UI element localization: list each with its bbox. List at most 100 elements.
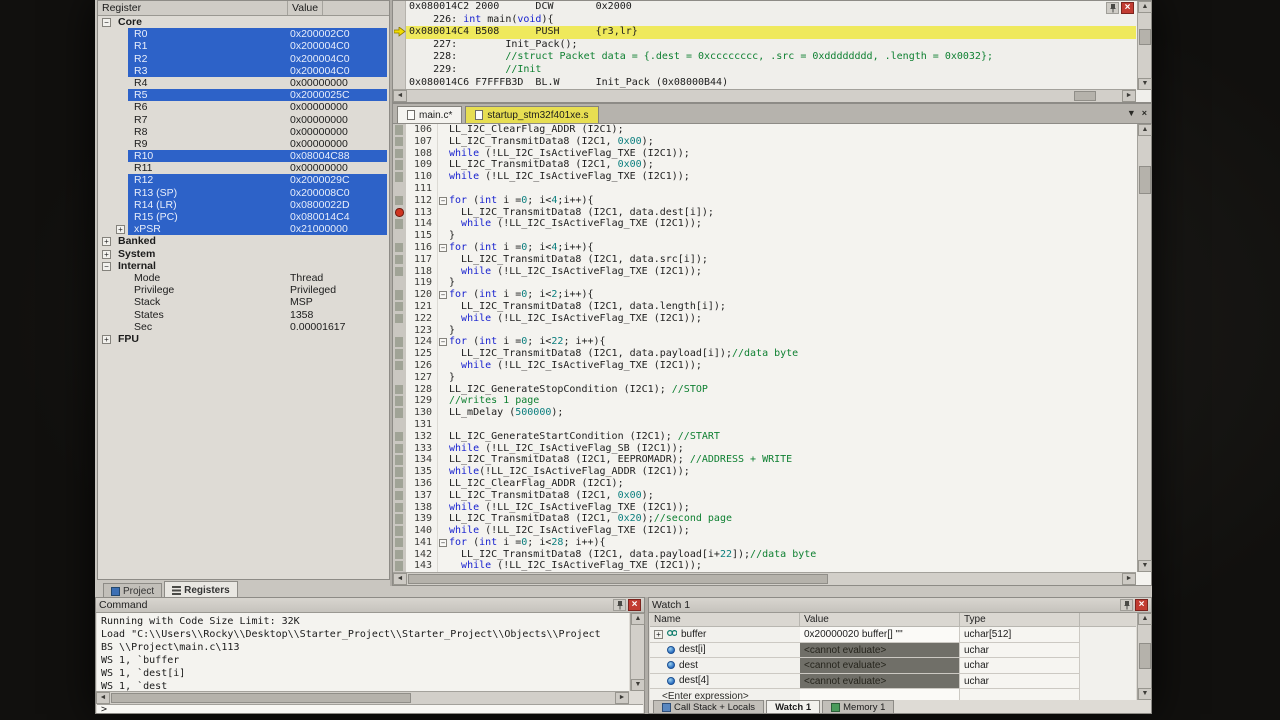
watch-col-value[interactable]: Value — [800, 613, 960, 626]
editor-margin[interactable] — [393, 513, 406, 525]
register-row-internal[interactable]: −Internal — [98, 260, 389, 272]
editor-margin[interactable] — [393, 136, 406, 148]
register-row-r2[interactable]: R20x200004C0 — [98, 53, 389, 65]
line-number[interactable]: 115 — [406, 230, 438, 242]
disassembly-vscroll-thumb[interactable] — [1139, 29, 1151, 45]
disassembly-line[interactable]: 226: int main(void){ — [393, 14, 1136, 27]
code-line-143[interactable]: 143 while (!LL_I2C_IsActiveFlag_TXE (I2C… — [393, 560, 1136, 572]
scroll-right-icon[interactable]: ► — [1122, 573, 1136, 585]
code-line-127[interactable]: 127} — [393, 372, 1136, 384]
code-line-139[interactable]: 139LL_I2C_TransmitData8 (I2C1, 0x20);//s… — [393, 513, 1136, 525]
watch-type-cell[interactable]: uchar — [960, 658, 1080, 674]
disassembly-gutter[interactable] — [393, 64, 406, 77]
collapse-icon[interactable]: − — [102, 18, 111, 27]
editor-margin[interactable] — [393, 148, 406, 160]
disassembly-line[interactable]: 229: //Init — [393, 64, 1136, 77]
register-row-r11[interactable]: R110x00000000 — [98, 162, 389, 174]
editor-margin[interactable] — [393, 372, 406, 384]
fold-collapse-icon[interactable]: − — [439, 197, 447, 205]
disassembly-line[interactable]: 228: //struct Packet data = {.dest = 0xc… — [393, 51, 1136, 64]
watch-name-cell[interactable]: dest[4] — [650, 674, 800, 690]
code-line-121[interactable]: 121 LL_I2C_TransmitData8 (I2C1, data.len… — [393, 301, 1136, 313]
editor-margin[interactable] — [393, 159, 406, 171]
tab-callstack-locals[interactable]: Call Stack + Locals — [653, 700, 764, 713]
line-number[interactable]: 121 — [406, 301, 438, 313]
watch-value-cell[interactable]: <cannot evaluate> — [800, 643, 960, 659]
scroll-down-icon[interactable]: ▼ — [1138, 560, 1152, 572]
scroll-right-icon[interactable]: ► — [615, 692, 629, 704]
scroll-down-icon[interactable]: ▼ — [1138, 688, 1152, 700]
line-number[interactable]: 143 — [406, 560, 438, 572]
code-line-126[interactable]: 126 while (!LL_I2C_IsActiveFlag_TXE (I2C… — [393, 360, 1136, 372]
register-row-privilege[interactable]: PrivilegePrivileged — [98, 284, 389, 296]
register-row-r1[interactable]: R10x200004C0 — [98, 40, 389, 52]
watch-vscrollbar[interactable]: ▲ ▼ — [1137, 613, 1151, 700]
register-row-r4[interactable]: R40x00000000 — [98, 77, 389, 89]
editor-margin[interactable] — [393, 454, 406, 466]
editor-vscrollbar[interactable]: ▲ ▼ — [1137, 124, 1151, 572]
editor-margin[interactable] — [393, 230, 406, 242]
line-number[interactable]: 112 — [406, 195, 438, 207]
line-number[interactable]: 133 — [406, 443, 438, 455]
line-number[interactable]: 114 — [406, 218, 438, 230]
editor-hscroll-thumb[interactable] — [408, 574, 828, 584]
chevron-down-icon[interactable]: ▼ — [1127, 108, 1136, 118]
editor-margin[interactable] — [393, 360, 406, 372]
editor-hscrollbar[interactable]: ◄ ► — [393, 572, 1136, 585]
line-number[interactable]: 106 — [406, 124, 438, 136]
editor-margin[interactable] — [393, 431, 406, 443]
line-number[interactable]: 135 — [406, 466, 438, 478]
watch-name-cell[interactable]: dest — [650, 658, 800, 674]
code-line-131[interactable]: 131 — [393, 419, 1136, 431]
code-line-129[interactable]: 129//writes 1 page — [393, 395, 1136, 407]
watch-row-buffer[interactable]: +buffer0x20000020 buffer[] ""uchar[512] — [650, 627, 1136, 643]
code-line-137[interactable]: 137LL_I2C_TransmitData8 (I2C1, 0x00); — [393, 490, 1136, 502]
code-line-132[interactable]: 132LL_I2C_GenerateStartCondition (I2C1);… — [393, 431, 1136, 443]
watch-col-name[interactable]: Name — [650, 613, 800, 626]
editor-margin[interactable] — [393, 419, 406, 431]
line-number[interactable]: 140 — [406, 525, 438, 537]
line-number[interactable]: 118 — [406, 266, 438, 278]
code-line-111[interactable]: 111 — [393, 183, 1136, 195]
register-row-sec[interactable]: Sec0.00001617 — [98, 321, 389, 333]
code-line-140[interactable]: 140while (!LL_I2C_IsActiveFlag_TXE (I2C1… — [393, 525, 1136, 537]
watch-value-cell[interactable]: <cannot evaluate> — [800, 674, 960, 690]
editor-margin[interactable] — [393, 289, 406, 301]
registers-header-value[interactable]: Value — [288, 1, 323, 15]
register-row-r15-pc-[interactable]: R15 (PC)0x080014C4 — [98, 211, 389, 223]
watch-vscroll-thumb[interactable] — [1139, 643, 1151, 669]
scroll-down-icon[interactable]: ▼ — [631, 679, 645, 691]
editor-margin[interactable] — [393, 277, 406, 289]
disassembly-gutter[interactable] — [393, 1, 406, 14]
collapse-icon[interactable]: − — [102, 262, 111, 271]
disassembly-gutter[interactable] — [393, 51, 406, 64]
code-line-136[interactable]: 136LL_I2C_ClearFlag_ADDR (I2C1); — [393, 478, 1136, 490]
command-hscrollbar[interactable]: ◄ ► — [96, 691, 629, 704]
line-number[interactable]: 123 — [406, 325, 438, 337]
editor-margin[interactable] — [393, 443, 406, 455]
line-number[interactable]: 142 — [406, 549, 438, 561]
expand-icon[interactable]: + — [102, 237, 111, 246]
code-line-114[interactable]: 114 while (!LL_I2C_IsActiveFlag_TXE (I2C… — [393, 218, 1136, 230]
register-row-system[interactable]: +System — [98, 248, 389, 260]
line-number[interactable]: 111 — [406, 183, 438, 195]
watch-name-cell[interactable]: +buffer — [650, 627, 800, 643]
line-number[interactable]: 126 — [406, 360, 438, 372]
register-row-core[interactable]: −Core — [98, 16, 389, 28]
code-line-116[interactable]: 116−for (int i =0; i<4;i++){ — [393, 242, 1136, 254]
registers-header-name[interactable]: Register — [98, 1, 288, 15]
watch-type-cell[interactable] — [960, 689, 1080, 700]
watch-enter-expression-row[interactable]: <Enter expression> — [650, 689, 1136, 700]
close-icon[interactable]: × — [628, 599, 641, 611]
editor-margin[interactable] — [393, 266, 406, 278]
code-line-110[interactable]: 110while (!LL_I2C_IsActiveFlag_TXE (I2C1… — [393, 171, 1136, 183]
code-line-106[interactable]: 106LL_I2C_ClearFlag_ADDR (I2C1); — [393, 124, 1136, 136]
tab-watch1[interactable]: Watch 1 — [766, 700, 820, 713]
watch-name-cell[interactable]: dest[i] — [650, 643, 800, 659]
line-number[interactable]: 139 — [406, 513, 438, 525]
disassembly-current-line[interactable]: 0x080014C4 B508 PUSH {r3,lr} — [393, 26, 1136, 39]
code-line-130[interactable]: 130LL_mDelay (500000); — [393, 407, 1136, 419]
editor-vscroll-thumb[interactable] — [1139, 166, 1151, 194]
editor-margin[interactable] — [393, 325, 406, 337]
watch-value-cell[interactable]: 0x20000020 buffer[] "" — [800, 627, 960, 643]
